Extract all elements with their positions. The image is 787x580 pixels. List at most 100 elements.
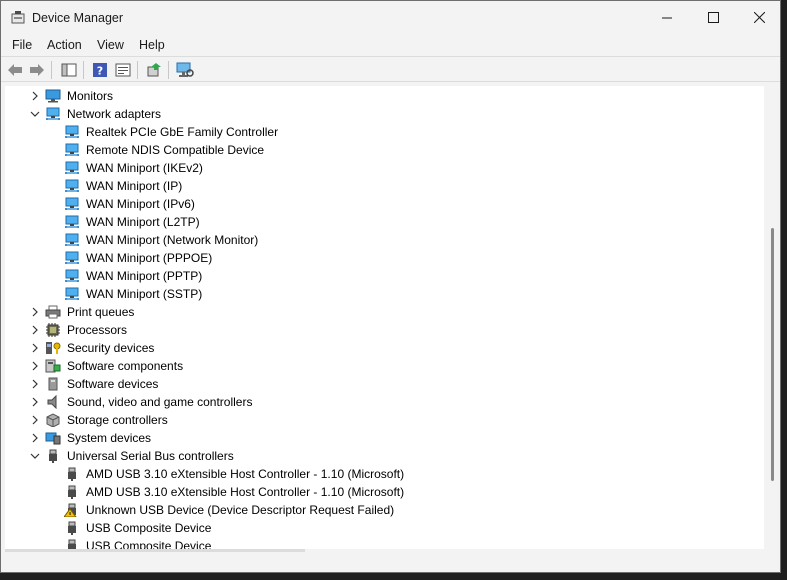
tree-device[interactable]: WAN Miniport (SSTP) bbox=[5, 285, 764, 303]
usb-icon bbox=[68, 467, 76, 481]
network-adapter-icon bbox=[65, 161, 79, 174]
tree-item-label: Monitors bbox=[67, 89, 114, 103]
chevron-right-icon[interactable] bbox=[29, 414, 41, 426]
menu-file[interactable]: File bbox=[12, 38, 32, 52]
close-icon bbox=[753, 12, 765, 23]
back-icon bbox=[8, 64, 22, 76]
properties-icon bbox=[115, 63, 131, 77]
chevron-right-icon[interactable] bbox=[29, 360, 41, 372]
security-device-icon bbox=[46, 342, 61, 354]
storage-controller-icon bbox=[46, 413, 60, 427]
tree-category[interactable]: Security devices bbox=[5, 339, 764, 357]
tree-item-label: Software components bbox=[67, 359, 184, 373]
vertical-scrollbar[interactable] bbox=[766, 86, 780, 549]
tree-category[interactable]: Network adapters bbox=[5, 105, 764, 123]
menu-action[interactable]: Action bbox=[47, 38, 82, 52]
menu-view[interactable]: View bbox=[97, 38, 124, 52]
software-device-icon bbox=[48, 377, 58, 391]
tree-device[interactable]: WAN Miniport (PPPOE) bbox=[5, 249, 764, 267]
printer-icon bbox=[45, 305, 61, 319]
tree-device[interactable]: Remote NDIS Compatible Device bbox=[5, 141, 764, 159]
update-driver-icon bbox=[147, 63, 161, 77]
network-adapter-icon bbox=[65, 125, 79, 138]
tree-category[interactable]: Storage controllers bbox=[5, 411, 764, 429]
tree-item-label: Security devices bbox=[67, 341, 155, 355]
menu-help[interactable]: Help bbox=[139, 38, 165, 52]
tree-device[interactable]: Realtek PCIe GbE Family Controller bbox=[5, 123, 764, 141]
network-adapter-icon bbox=[65, 251, 79, 264]
tree-device[interactable]: Unknown USB Device (Device Descriptor Re… bbox=[5, 501, 764, 519]
tree-item-label: Network adapters bbox=[67, 107, 162, 121]
tree-device[interactable]: USB Composite Device bbox=[5, 519, 764, 537]
tree-device[interactable]: WAN Miniport (PPTP) bbox=[5, 267, 764, 285]
tree-category[interactable]: Software devices bbox=[5, 375, 764, 393]
help-button[interactable]: ? bbox=[90, 60, 110, 80]
tree-item-label: USB Composite Device bbox=[86, 539, 212, 549]
scan-hardware-button[interactable] bbox=[175, 60, 195, 80]
network-adapter-icon bbox=[65, 197, 79, 210]
menu-bar: File Action View Help bbox=[1, 34, 780, 56]
toolbar-separator bbox=[51, 61, 52, 79]
monitor-icon bbox=[45, 89, 61, 103]
properties-button[interactable] bbox=[113, 60, 133, 80]
network-adapter-icon bbox=[65, 143, 79, 156]
tree-category[interactable]: Processors bbox=[5, 321, 764, 339]
chevron-right-icon[interactable] bbox=[29, 306, 41, 318]
tree-category[interactable]: System devices bbox=[5, 429, 764, 447]
tree-item-label: AMD USB 3.10 eXtensible Host Controller … bbox=[86, 485, 405, 499]
tree-item-label: System devices bbox=[67, 431, 152, 445]
back-button[interactable] bbox=[5, 60, 25, 80]
show-hide-console-tree-icon bbox=[61, 63, 77, 77]
chevron-down-icon[interactable] bbox=[29, 108, 41, 120]
tree-item-label: Print queues bbox=[67, 305, 135, 319]
tree-device[interactable]: WAN Miniport (IPv6) bbox=[5, 195, 764, 213]
show-hide-console-tree-button[interactable] bbox=[59, 60, 79, 80]
chevron-right-icon[interactable] bbox=[29, 378, 41, 390]
toolbar-separator bbox=[137, 61, 138, 79]
horizontal-scrollbar[interactable] bbox=[5, 549, 764, 569]
tree-category[interactable]: Software components bbox=[5, 357, 764, 375]
speaker-icon bbox=[47, 395, 57, 409]
chevron-right-icon[interactable] bbox=[29, 324, 41, 336]
tree-device[interactable]: WAN Miniport (L2TP) bbox=[5, 213, 764, 231]
vertical-scrollbar-thumb[interactable] bbox=[771, 228, 774, 481]
chevron-right-icon[interactable] bbox=[29, 432, 41, 444]
tree-device[interactable]: WAN Miniport (Network Monitor) bbox=[5, 231, 764, 249]
chevron-right-icon[interactable] bbox=[29, 396, 41, 408]
tree-device[interactable]: AMD USB 3.10 eXtensible Host Controller … bbox=[5, 465, 764, 483]
tree-device[interactable]: WAN Miniport (IP) bbox=[5, 177, 764, 195]
network-adapter-icon bbox=[65, 287, 79, 300]
tree-item-label: WAN Miniport (PPPOE) bbox=[86, 251, 213, 265]
forward-button[interactable] bbox=[27, 60, 47, 80]
tree-category[interactable]: Sound, video and game controllers bbox=[5, 393, 764, 411]
chevron-right-icon[interactable] bbox=[29, 90, 41, 102]
svg-text:?: ? bbox=[97, 65, 103, 78]
processor-icon bbox=[46, 323, 60, 337]
horizontal-scrollbar-thumb[interactable] bbox=[5, 549, 305, 552]
tree-item-label: Software devices bbox=[67, 377, 159, 391]
software-component-icon bbox=[45, 359, 61, 373]
scan-hardware-icon bbox=[176, 62, 194, 77]
chevron-right-icon[interactable] bbox=[29, 342, 41, 354]
close-button[interactable] bbox=[736, 1, 780, 34]
network-adapter-icon bbox=[65, 215, 79, 228]
device-tree[interactable]: Monitors Network adapters Realtek PCIe GbE… bbox=[5, 86, 764, 549]
tree-device[interactable]: USB Composite Device bbox=[5, 537, 764, 549]
tree-category[interactable]: Print queues bbox=[5, 303, 764, 321]
tree-item-label: WAN Miniport (IP) bbox=[86, 179, 183, 193]
usb-icon bbox=[68, 539, 76, 549]
network-adapter-icon bbox=[65, 233, 79, 246]
tree-category[interactable]: Monitors bbox=[5, 87, 764, 105]
tree-device[interactable]: AMD USB 3.10 eXtensible Host Controller … bbox=[5, 483, 764, 501]
update-driver-button[interactable] bbox=[144, 60, 164, 80]
maximize-button[interactable] bbox=[690, 1, 736, 34]
usb-warning-icon bbox=[64, 503, 77, 517]
chevron-down-icon[interactable] bbox=[29, 450, 41, 462]
title-bar: Device Manager bbox=[1, 1, 780, 34]
tree-device[interactable]: WAN Miniport (IKEv2) bbox=[5, 159, 764, 177]
tree-item-label: Storage controllers bbox=[67, 413, 168, 427]
device-manager-app-icon bbox=[11, 11, 25, 24]
minimize-button[interactable] bbox=[644, 1, 690, 34]
tree-category[interactable]: Universal Serial Bus controllers bbox=[5, 447, 764, 465]
usb-icon bbox=[49, 449, 57, 463]
